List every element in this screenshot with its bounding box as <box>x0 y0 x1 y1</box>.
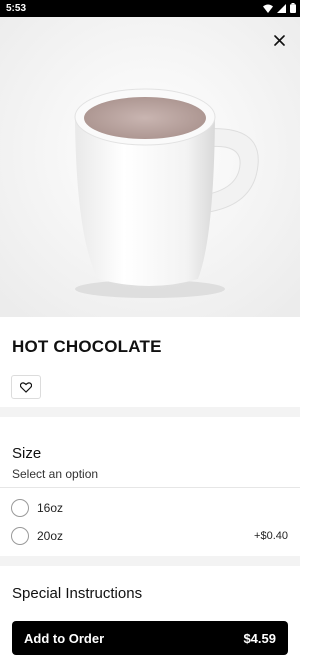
item-title: HOT CHOCOLATE <box>12 337 162 356</box>
product-image <box>0 17 300 317</box>
order-price: $4.59 <box>243 630 276 646</box>
option-label: 16oz <box>37 501 64 515</box>
favorite-button[interactable] <box>11 375 41 399</box>
signal-icon <box>277 3 286 13</box>
radio-button[interactable] <box>11 527 29 545</box>
wifi-icon <box>263 4 273 13</box>
close-icon <box>273 34 285 46</box>
size-option-20oz[interactable]: 20oz +$0.40 <box>0 523 300 549</box>
divider-line <box>0 487 300 488</box>
status-icons <box>263 3 296 13</box>
heart-icon <box>20 381 32 393</box>
option-price: +$0.40 <box>254 530 288 542</box>
section-divider <box>0 407 300 417</box>
status-bar: 5:53 <box>0 0 300 17</box>
radio-button[interactable] <box>11 499 29 517</box>
mug-illustration <box>0 17 300 317</box>
add-to-order-button[interactable]: Add to Order $4.59 <box>12 621 288 655</box>
size-section-subtitle: Select an option <box>12 467 99 481</box>
option-label: 20oz <box>37 529 64 543</box>
section-divider <box>0 556 300 566</box>
add-to-order-label: Add to Order <box>24 630 105 646</box>
size-option-16oz[interactable]: 16oz <box>0 495 300 521</box>
battery-icon <box>290 3 296 13</box>
instructions-section-title: Special Instructions <box>12 585 143 602</box>
close-button[interactable] <box>268 29 290 51</box>
size-section-title: Size <box>12 445 42 462</box>
status-time: 5:53 <box>6 3 27 14</box>
